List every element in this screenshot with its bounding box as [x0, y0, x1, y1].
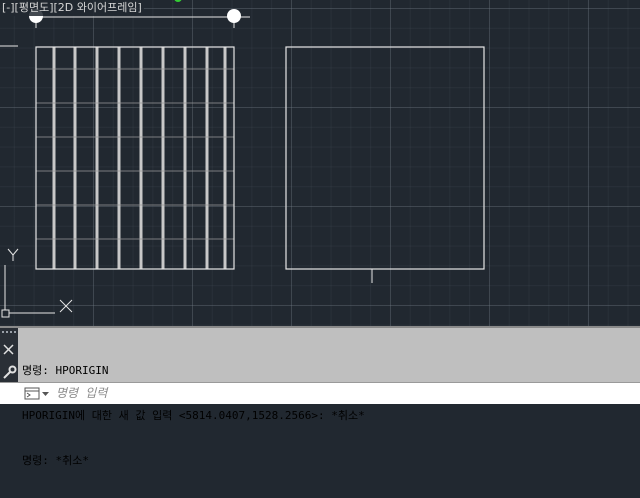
hatch-pattern [36, 47, 234, 269]
history-line: 명령: HPORIGIN [22, 364, 109, 377]
wrench-icon[interactable] [3, 365, 17, 379]
viewport-controls-label[interactable]: [-][평면도][2D 와이어프레임] [0, 0, 144, 16]
command-line-bar [0, 382, 640, 404]
plain-rectangle[interactable] [285, 46, 485, 270]
command-history: 명령: HPORIGIN HPORIGIN에 대한 새 값 입력 <5814.0… [22, 333, 640, 498]
history-line: 명령: *취소* [22, 454, 89, 467]
command-prompt-icon[interactable] [24, 387, 40, 400]
command-input[interactable] [56, 385, 616, 401]
grip-end[interactable] [227, 9, 241, 23]
dropdown-arrow-icon[interactable] [42, 392, 49, 396]
command-panel-sidebar [0, 328, 18, 384]
ucs-icon [1, 248, 73, 318]
close-icon[interactable] [3, 344, 14, 355]
hatched-rectangle[interactable] [35, 46, 235, 270]
grip-partial [174, 0, 182, 2]
drawing-viewport[interactable]: [-][평면도][2D 와이어프레임] [0, 0, 640, 326]
history-line: HPORIGIN에 대한 새 값 입력 <5814.0407,1528.2566… [22, 409, 365, 422]
grip-icon[interactable] [2, 331, 16, 333]
command-history-panel: 명령: HPORIGIN HPORIGIN에 대한 새 값 입력 <5814.0… [0, 326, 640, 467]
